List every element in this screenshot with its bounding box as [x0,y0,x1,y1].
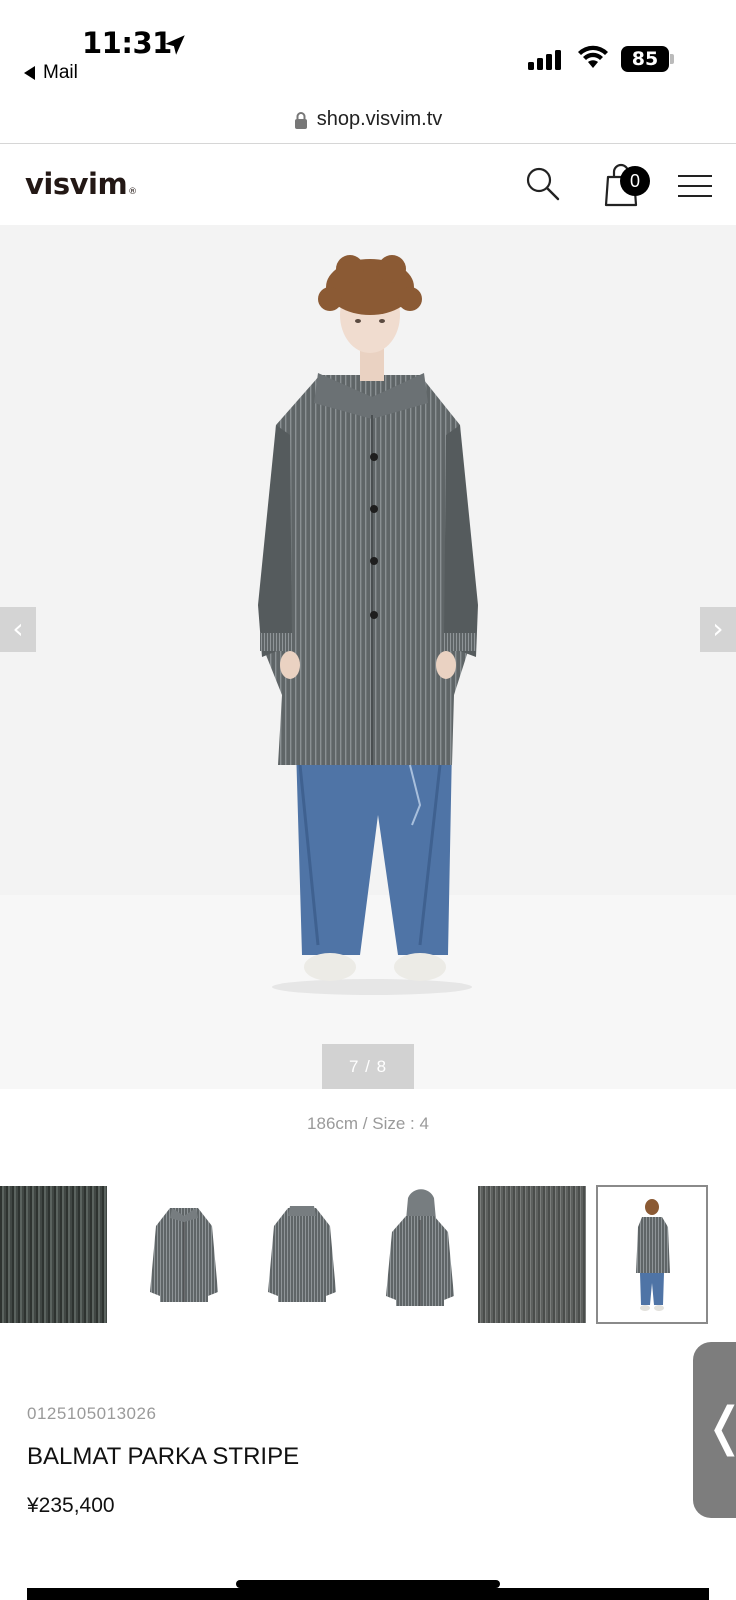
clock-time: 11:31 [82,26,172,60]
lock-icon [294,111,307,129]
hamburger-menu-icon[interactable] [678,175,712,197]
battery-tip [670,54,674,64]
model-wearing-coat-image [258,255,478,995]
logo-registered-mark: ® [128,187,137,197]
thumbnail-coat-back[interactable] [248,1186,356,1323]
thumbnail-model-full-body[interactable] [596,1185,708,1324]
thumbnail-fabric-closeup[interactable] [0,1186,107,1323]
cellular-signal-icon [528,50,561,70]
home-indicator[interactable] [236,1580,500,1588]
product-image-gallery[interactable]: ‹ › 7 / 8 [0,225,736,1089]
thumbnail-coat-hooded[interactable] [366,1186,474,1323]
battery-icon: 85 [621,46,669,72]
thumbnail-strip [0,1185,736,1324]
status-bar: 11:31 Mail 85 [0,0,736,96]
search-icon[interactable] [524,165,562,203]
model-size-caption: 186cm / Size : 4 [307,1114,429,1133]
thumbnail-coat-front[interactable] [130,1186,238,1323]
thumbnail-fabric-texture[interactable] [478,1186,586,1323]
chevron-left-icon: ❬ [703,1397,736,1457]
image-counter: 7 / 8 [322,1044,414,1089]
next-image-button[interactable]: › [700,607,736,652]
location-arrow-icon [165,35,185,55]
product-name: BALMAT PARKA STRIPE [27,1443,300,1470]
side-panel-tab[interactable]: ❬ [693,1342,736,1518]
back-to-mail-link[interactable]: Mail [24,62,78,84]
visvim-logo[interactable]: visvim® [25,167,137,201]
cart-count-badge: 0 [620,166,650,196]
product-price: ¥235,400 [27,1494,115,1517]
previous-image-button[interactable]: ‹ [0,607,36,652]
wifi-icon [578,45,608,68]
address-bar[interactable]: shop.visvim.tv [0,96,736,144]
bottom-action-bar[interactable] [27,1588,709,1600]
logo-text: visvim [25,167,128,201]
url-text: shop.visvim.tv [316,108,443,130]
back-app-label: Mail [43,62,78,83]
product-sku: 0125105013026 [27,1404,157,1423]
back-triangle-icon [24,66,35,80]
